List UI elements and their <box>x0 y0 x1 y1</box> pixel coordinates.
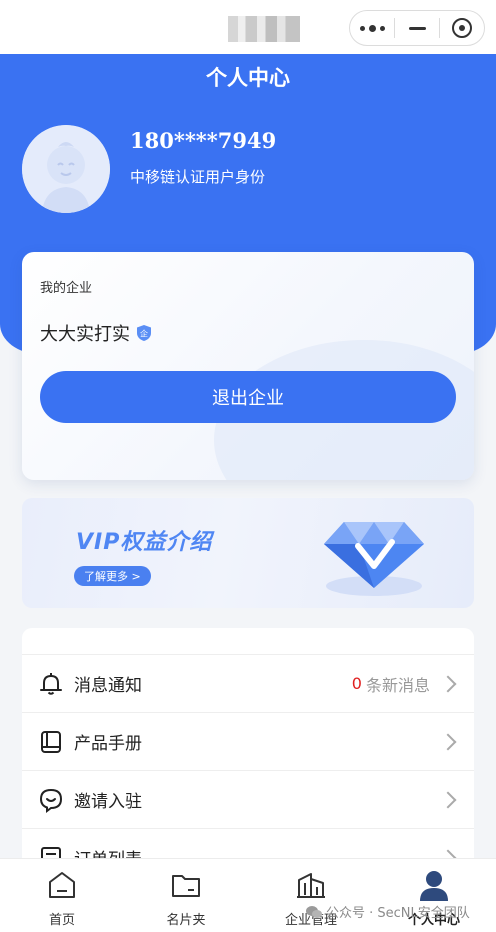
minus-icon <box>408 26 426 30</box>
enterprise-badge-icon: 企 <box>136 324 152 342</box>
mini-program-top-bar <box>0 0 496 54</box>
avatar[interactable] <box>22 125 110 213</box>
company-name: 大大实打实 <box>40 324 130 345</box>
tab-label: 名片夹 <box>166 913 206 928</box>
vip-banner[interactable]: VIP权益介绍 了解更多 > <box>22 498 474 608</box>
home-icon <box>49 872 75 898</box>
watermark: 公众号 · SecNL安全团队 <box>306 902 470 921</box>
menu-item-notifications[interactable]: 消息通知 0 条新消息 <box>22 654 474 712</box>
company-name-row: 大大实打实 企 <box>40 320 152 346</box>
tab-label: 首页 <box>48 913 75 928</box>
menu-item-label: 消息通知 <box>74 676 142 696</box>
minimize-button[interactable] <box>395 11 439 45</box>
folder-icon <box>172 875 200 897</box>
menu-item-product-manual[interactable]: 产品手册 <box>22 712 474 770</box>
user-icon <box>420 871 448 901</box>
tab-enterprise-management[interactable]: 企业管理 <box>261 859 361 932</box>
mini-program-capsule <box>349 10 485 46</box>
tab-home[interactable]: 首页 <box>12 859 112 932</box>
wechat-icon <box>306 905 322 918</box>
exit-company-button[interactable]: 退出企业 <box>40 371 456 423</box>
target-circle-icon <box>452 18 472 38</box>
more-options-button[interactable] <box>350 11 394 45</box>
cartoon-avatar-icon <box>22 125 110 213</box>
chat-bubble-icon <box>39 788 63 813</box>
vip-banner-title: VIP权益介绍 <box>76 530 213 555</box>
user-phone: 180****7949 <box>130 128 277 153</box>
more-dots-icon <box>359 24 385 32</box>
svg-text:企: 企 <box>140 329 148 339</box>
menu-item-invite[interactable]: 邀请入驻 <box>22 770 474 828</box>
user-id-status: 中移链认证用户身份 <box>130 168 266 186</box>
unread-suffix: 条新消息 <box>365 675 430 695</box>
building-icon <box>297 873 325 898</box>
notification-count: 0 条新消息 <box>352 672 430 696</box>
bell-icon <box>40 672 62 695</box>
book-icon <box>41 730 61 753</box>
chevron-right-icon <box>439 733 457 750</box>
close-mini-program-button[interactable] <box>440 11 484 45</box>
blurred-title <box>228 16 300 42</box>
diamond-icon <box>324 522 424 596</box>
menu-item-label: 产品手册 <box>74 734 142 754</box>
company-card: 我的企业 大大实打实 企 退出企业 <box>22 252 474 480</box>
page-title: 个人中心 <box>206 66 290 90</box>
company-section-label: 我的企业 <box>40 281 93 296</box>
tab-profile[interactable]: 个人中心 <box>384 859 484 932</box>
tab-card-holder[interactable]: 名片夹 <box>136 859 236 932</box>
settings-menu: 消息通知 0 条新消息 产品手册 邀请入驻 订单列表 <box>22 628 474 878</box>
unread-count: 0 <box>351 674 362 693</box>
learn-more-button[interactable]: 了解更多 > <box>74 566 151 586</box>
watermark-text: 公众号 · SecNL安全团队 <box>326 906 470 921</box>
chevron-right-icon <box>439 791 457 808</box>
menu-item-label: 邀请入驻 <box>74 792 142 812</box>
chevron-right-icon <box>439 675 457 692</box>
